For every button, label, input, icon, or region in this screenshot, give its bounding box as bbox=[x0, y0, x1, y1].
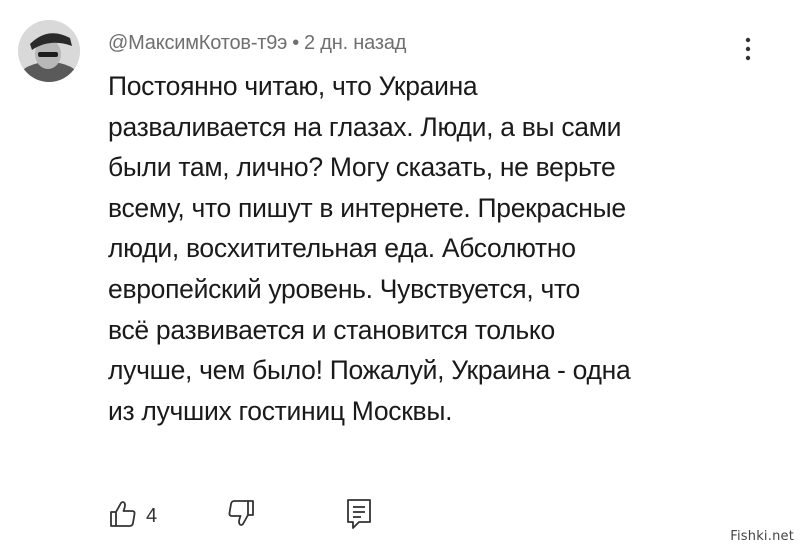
reply-button[interactable] bbox=[344, 494, 384, 534]
more-vertical-icon bbox=[745, 37, 751, 61]
avatar-image bbox=[18, 20, 80, 82]
like-count: 4 bbox=[146, 505, 158, 527]
comment-line: были там, лично? Могу сказать, не верьте bbox=[108, 152, 616, 183]
thumbs-up-icon bbox=[110, 501, 136, 527]
thumbs-down-icon bbox=[228, 500, 254, 526]
dislike-button[interactable] bbox=[226, 494, 266, 534]
comment-time[interactable]: 2 дн. назад bbox=[304, 32, 406, 54]
comment-meta: @МаксимКотов-т9э • 2 дн. назад bbox=[108, 30, 406, 56]
avatar[interactable] bbox=[18, 20, 80, 82]
comment-line: европейский уровень. Чувствуется, что bbox=[108, 273, 580, 304]
comment-line: всё развивается и становится только bbox=[108, 314, 555, 345]
comment-author[interactable]: @МаксимКотов-т9э bbox=[108, 32, 287, 54]
comment-line: всему, что пишут в интернете. Прекрасные bbox=[108, 192, 626, 223]
comment-text: Постоянно читаю, что Украина разваливает… bbox=[108, 66, 758, 431]
comment-line: разваливается на глазах. Люди, а вы сами bbox=[108, 111, 622, 142]
meta-separator: • bbox=[292, 32, 299, 54]
comment-line: лучше, чем было! Пожалуй, Украина - одна bbox=[108, 355, 631, 386]
reply-icon bbox=[347, 499, 371, 529]
comment-line: Постоянно читаю, что Украина bbox=[108, 71, 478, 101]
watermark: Fishki.net bbox=[730, 529, 794, 544]
like-button[interactable]: 4 bbox=[108, 494, 178, 534]
comment-line: из лучших гостиниц Москвы. bbox=[108, 395, 453, 426]
more-options-button[interactable] bbox=[738, 34, 758, 64]
comment-line: люди, восхитительная еда. Абсолютно bbox=[108, 233, 576, 264]
